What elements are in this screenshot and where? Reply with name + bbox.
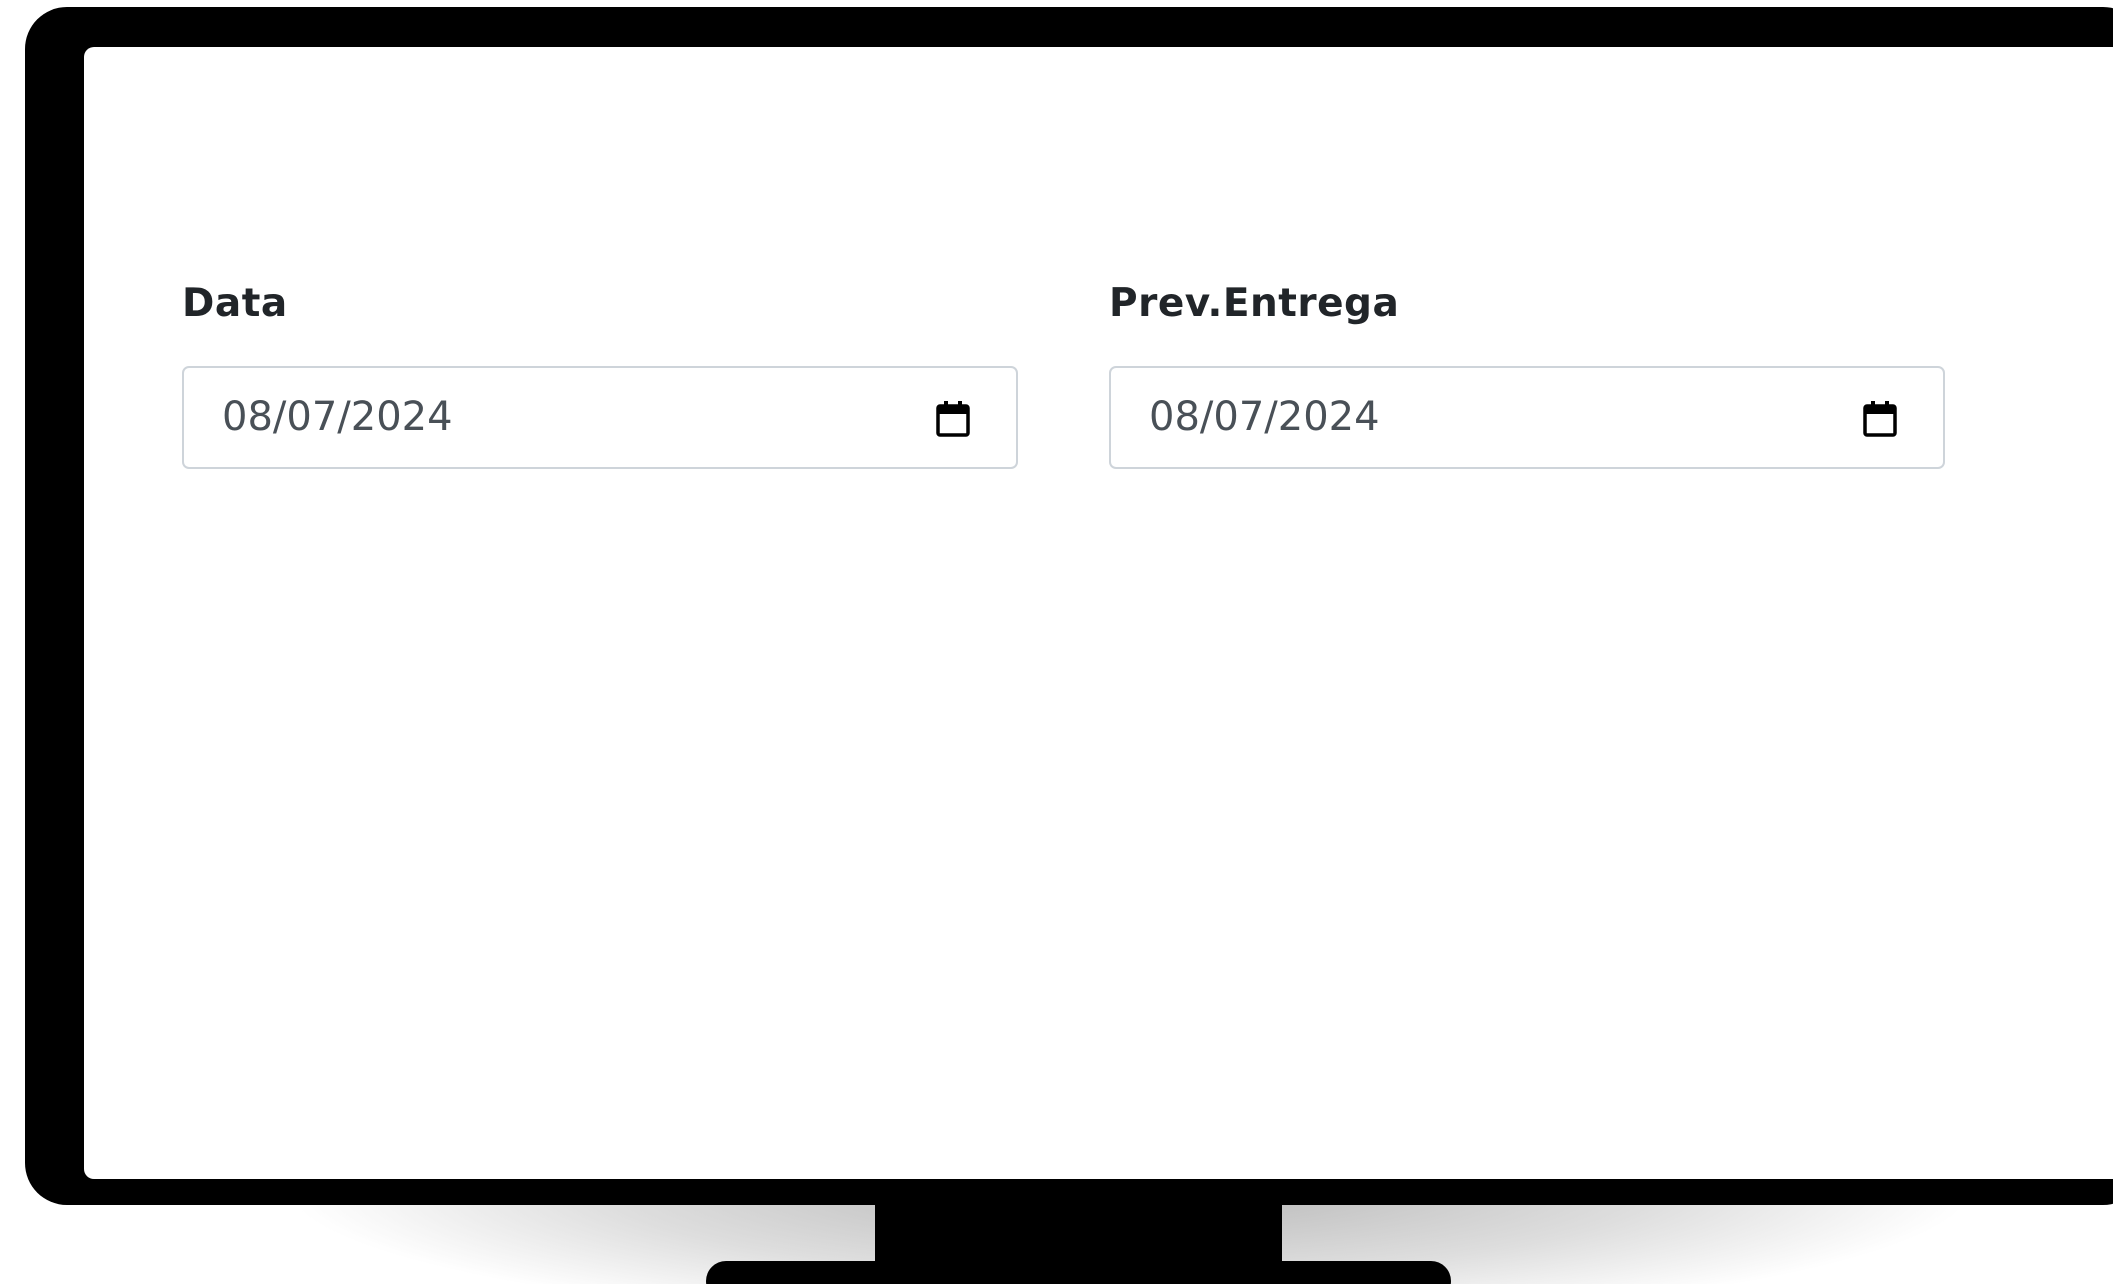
calendar-icon[interactable]: [935, 400, 971, 438]
delivery-forecast-label: Prev.Entrega: [1109, 281, 1400, 326]
delivery-forecast-input[interactable]: 08/07/2024: [1109, 366, 1945, 469]
date-input[interactable]: 08/07/2024: [182, 366, 1018, 469]
delivery-forecast-input-value: 08/07/2024: [1149, 394, 1380, 440]
monitor-frame: [25, 7, 2113, 1205]
date-input-value: 08/07/2024: [222, 394, 453, 440]
stage: Data 08/07/2024 Prev.Entrega 08/07/2024: [0, 0, 2113, 1284]
monitor-screen: [84, 47, 2113, 1179]
calendar-icon[interactable]: [1862, 400, 1898, 438]
date-label: Data: [182, 281, 288, 326]
date-field-group: Data 08/07/2024: [182, 280, 1022, 469]
monitor-stand-base: [706, 1261, 1451, 1284]
delivery-forecast-field-group: Prev.Entrega 08/07/2024: [1109, 280, 1949, 469]
monitor-stand-neck: [875, 1200, 1282, 1266]
